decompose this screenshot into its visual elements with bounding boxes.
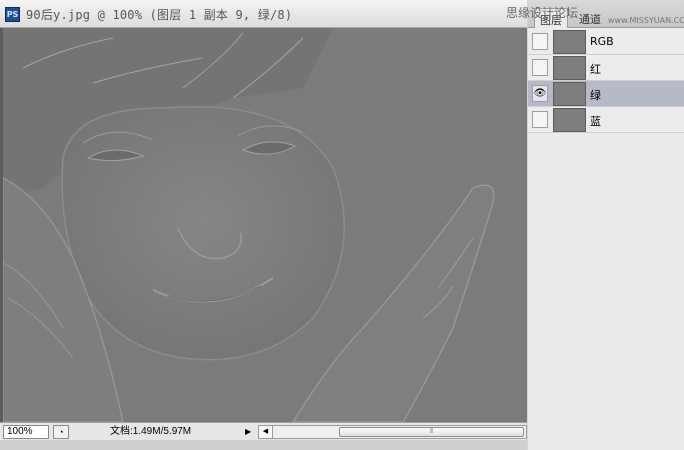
photoshop-app-icon: PS [5, 7, 20, 22]
channel-row-blue[interactable]: 蓝 [528, 107, 684, 133]
channel-row-red[interactable]: 红 [528, 55, 684, 81]
channel-row-green[interactable]: 👁 绿 [528, 81, 684, 107]
channel-thumbnail [553, 82, 586, 106]
channel-thumbnail [553, 56, 586, 80]
visibility-toggle[interactable] [532, 59, 548, 76]
tab-channels[interactable]: 通道 [574, 8, 606, 28]
document-window: PS 90后y.jpg @ 100% (图层 1 副本 9, 绿/8) 100%… [0, 0, 527, 450]
zoom-level-field[interactable]: 100% [3, 425, 49, 439]
channel-row-rgb[interactable]: RGB [528, 29, 684, 55]
channel-label: 红 [590, 63, 601, 76]
channel-label: 蓝 [590, 115, 601, 128]
status-menu-arrow-icon[interactable]: ▶ [245, 426, 255, 438]
watermark-text: 思缘设计论坛 [506, 6, 579, 20]
proof-preview-icon[interactable]: ◔ [53, 425, 69, 439]
image-canvas[interactable] [0, 28, 527, 422]
channels-panel: 图层 通道 思缘设计论坛 www.MISSYUAN.COM RGB 红 👁 绿 … [506, 0, 684, 450]
channel-label: 绿 [590, 89, 601, 102]
visibility-toggle[interactable] [532, 111, 548, 128]
document-size-info: 文档:1.49M/5.97M [110, 426, 192, 437]
watermark-url: www.MISSYUAN.COM [608, 16, 684, 25]
visibility-toggle[interactable] [532, 33, 548, 50]
eye-icon[interactable]: 👁 [532, 85, 548, 102]
status-bar: 100% ◔ 文档:1.49M/5.97M ▶ ◀ ⦀ [0, 422, 527, 440]
document-title: 90后y.jpg @ 100% (图层 1 副本 9, 绿/8) [26, 8, 293, 22]
document-titlebar[interactable]: PS 90后y.jpg @ 100% (图层 1 副本 9, 绿/8) [0, 0, 527, 28]
scroll-left-icon[interactable]: ◀ [259, 426, 273, 438]
channel-label: RGB [590, 35, 614, 48]
channel-thumbnail [553, 108, 586, 132]
window-bottom-edge [0, 440, 527, 450]
channel-image [3, 28, 527, 422]
horizontal-scrollbar[interactable]: ◀ ⦀ [258, 425, 527, 439]
channel-thumbnail [553, 30, 586, 54]
scrollbar-thumb[interactable]: ⦀ [339, 427, 524, 437]
